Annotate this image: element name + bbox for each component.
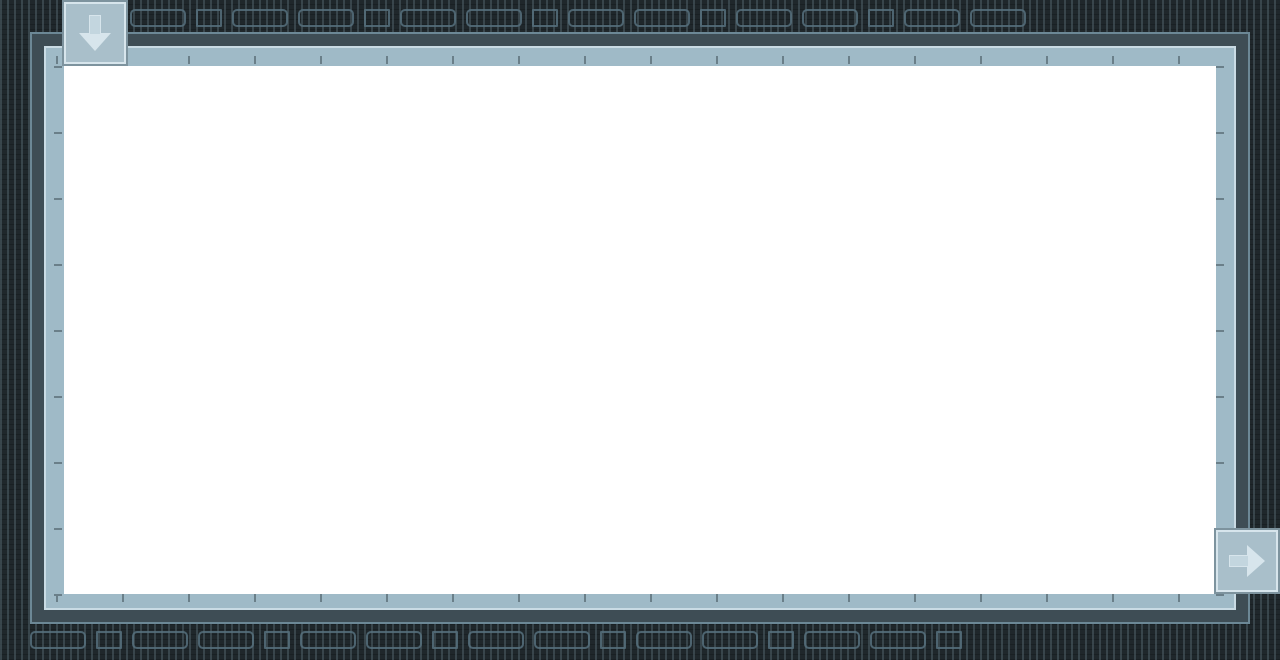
scroll-down-button[interactable] [62,0,128,66]
ornament-glyph [568,9,624,27]
ornament-glyph [130,9,186,27]
arrow-down-icon [79,15,111,51]
ornament-glyph [702,631,758,649]
arrow-right-icon [1229,545,1265,577]
ornament-glyph [132,631,188,649]
ornament-glyph [970,9,1026,27]
ornament-glyph [196,9,222,27]
game-screen [0,0,1280,660]
ornament-glyph [198,631,254,649]
bottom-tick-marks [56,594,1224,602]
ornament-glyph [298,9,354,27]
ornament-glyph [532,9,558,27]
ornament-glyph [400,9,456,27]
top-ornament-row [130,6,1026,30]
ornament-glyph [634,9,690,27]
ornament-glyph [804,631,860,649]
ornament-glyph [600,631,626,649]
ornament-glyph [636,631,692,649]
ornament-glyph [802,9,858,27]
ornament-glyph [300,631,356,649]
game-canvas[interactable] [64,66,1216,594]
ornament-glyph [364,9,390,27]
right-tick-marks [1216,64,1224,596]
ornament-glyph [700,9,726,27]
ornament-glyph [432,631,458,649]
ornament-glyph [936,631,962,649]
ornament-glyph [30,631,86,649]
ornament-glyph [232,9,288,27]
scroll-right-button[interactable] [1214,528,1280,594]
ornament-glyph [466,9,522,27]
left-tick-marks [54,64,62,596]
ornament-glyph [468,631,524,649]
ornament-glyph [904,9,960,27]
ornament-glyph [96,631,122,649]
top-tick-marks [56,56,1224,64]
ornament-glyph [534,631,590,649]
ornament-glyph [868,9,894,27]
ornament-glyph [264,631,290,649]
ornament-glyph [736,9,792,27]
ornament-glyph [870,631,926,649]
ornament-glyph [768,631,794,649]
ornament-glyph [366,631,422,649]
bottom-ornament-row [30,628,962,652]
